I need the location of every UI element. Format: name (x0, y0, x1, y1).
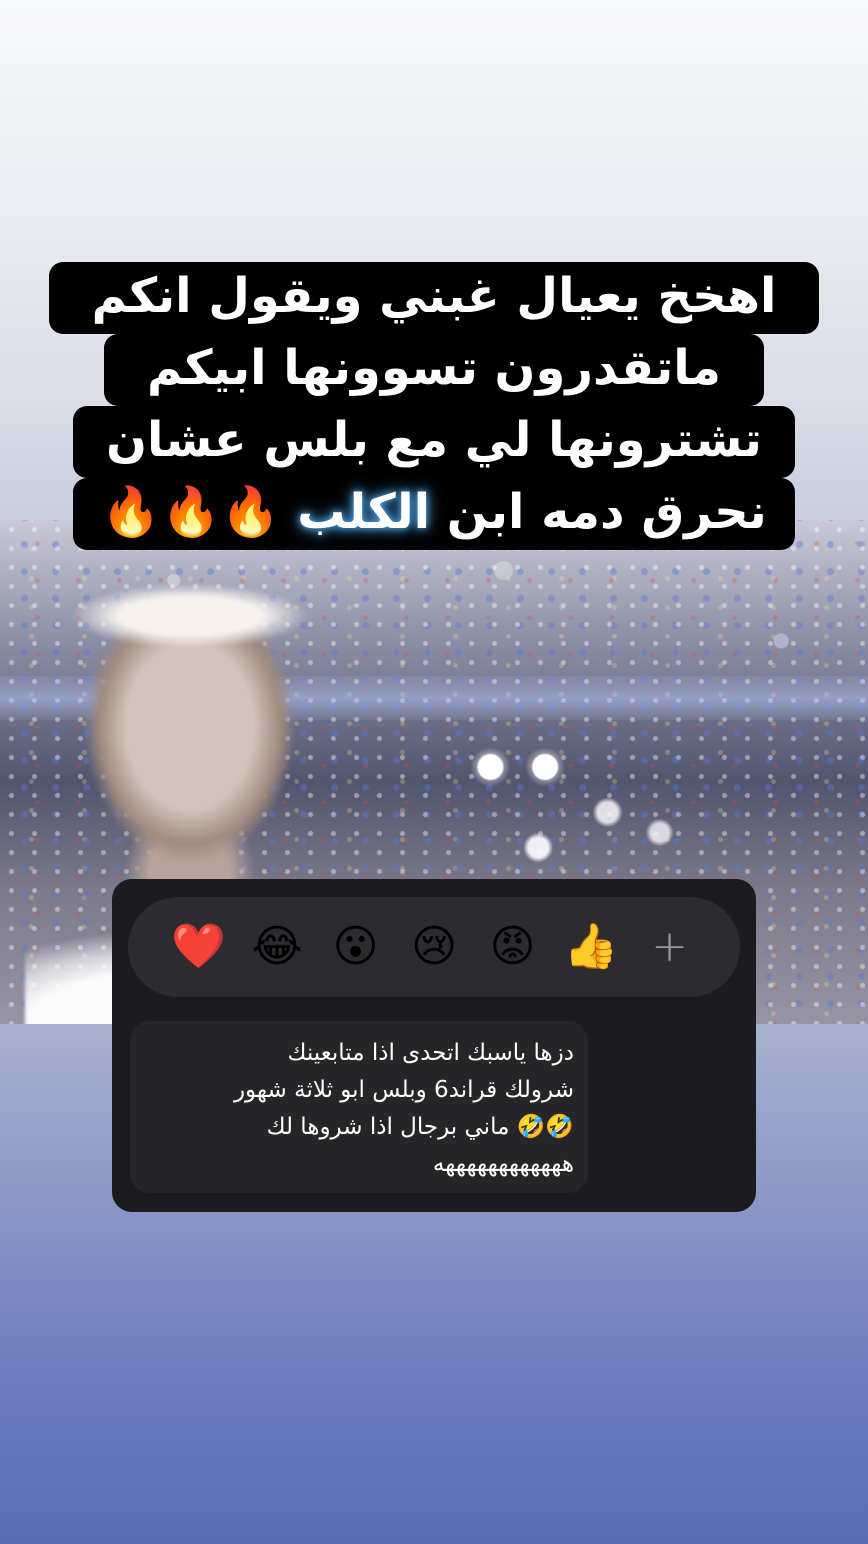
wow-reaction-icon[interactable]: 😮 (328, 922, 384, 972)
caption-line-4-start: نحرق دمه ابن (430, 484, 767, 540)
message-line-4: ههههههههههههه (432, 1151, 574, 1177)
reaction-popup: ❤️ 😂 😮 😢 😡 👍 + دزها ياسبك اتحدى اذا متاب… (112, 879, 756, 1212)
reaction-bar: ❤️ 😂 😮 😢 😡 👍 + (128, 897, 740, 997)
sad-reaction-icon[interactable]: 😢 (406, 922, 462, 972)
caption-line-1: اهخخ يعيال غبني ويقول انكم (49, 262, 819, 334)
caption-line-4: نحرق دمه ابن الكلب 🔥🔥🔥 (73, 478, 795, 550)
message-line-2: شرولك قراند6 وبلس ابو ثلاثة شهور (233, 1077, 574, 1103)
caption-line-2: ماتقدرون تسوونها ابيكم (104, 334, 764, 406)
laugh-reaction-icon[interactable]: 😂 (249, 922, 305, 972)
fire-emojis: 🔥🔥🔥 (101, 484, 298, 540)
message-bubble[interactable]: دزها ياسبك اتحدى اذا متابعينك شرولك قران… (130, 1021, 588, 1193)
message-line-1: دزها ياسبك اتحدى اذا متابعينك (287, 1040, 574, 1066)
message-line-3: 🤣🤣 ماني برجال اذا شروها لك (266, 1114, 574, 1140)
heart-reaction-icon[interactable]: ❤️ (171, 922, 227, 972)
caption-line-3: تشترونها لي مع بلس عشان (73, 406, 795, 478)
caption-glow-word: الكلب (297, 484, 431, 540)
story-caption: اهخخ يعيال غبني ويقول انكم ماتقدرون تسوو… (0, 262, 868, 550)
angry-reaction-icon[interactable]: 😡 (485, 922, 541, 972)
thumbs-up-reaction-icon[interactable]: 👍 (563, 922, 619, 972)
add-reaction-icon[interactable]: + (642, 922, 698, 972)
